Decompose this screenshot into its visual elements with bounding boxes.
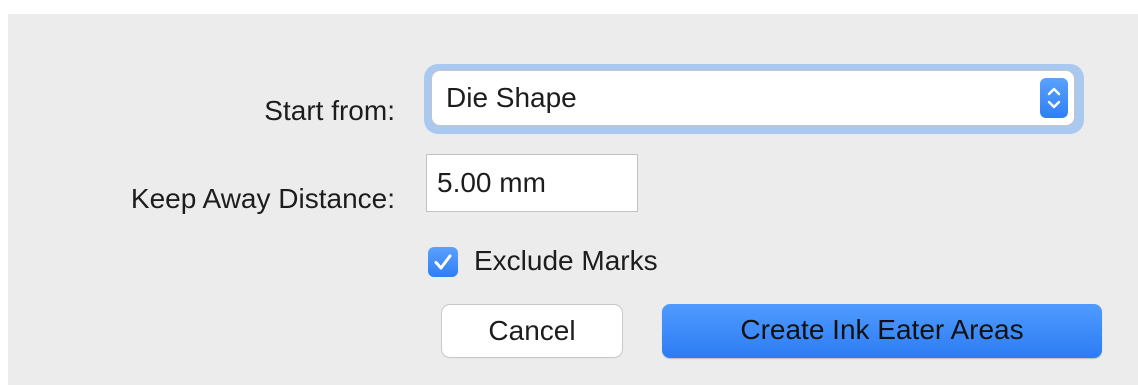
create-ink-eater-areas-button[interactable]: Create Ink Eater Areas — [662, 304, 1102, 358]
exclude-marks-checkbox[interactable] — [428, 247, 458, 277]
checkmark-icon — [434, 254, 452, 270]
keep-away-distance-input[interactable] — [437, 165, 627, 201]
keep-away-distance-field[interactable] — [427, 155, 637, 211]
keep-away-distance-label: Keep Away Distance: — [130, 183, 395, 214]
exclude-marks-label[interactable]: Exclude Marks — [474, 244, 658, 278]
ink-eater-dialog: Start from: Die Shape Keep Away Distance… — [8, 14, 1138, 385]
start-from-label: Start from: — [264, 95, 395, 126]
chevron-up-down-icon[interactable] — [1040, 78, 1068, 118]
start-from-value: Die Shape — [446, 82, 577, 113]
start-from-select-focus-ring: Die Shape — [424, 64, 1084, 134]
start-from-select[interactable]: Die Shape — [432, 71, 1074, 125]
cancel-button[interactable]: Cancel — [442, 305, 622, 357]
